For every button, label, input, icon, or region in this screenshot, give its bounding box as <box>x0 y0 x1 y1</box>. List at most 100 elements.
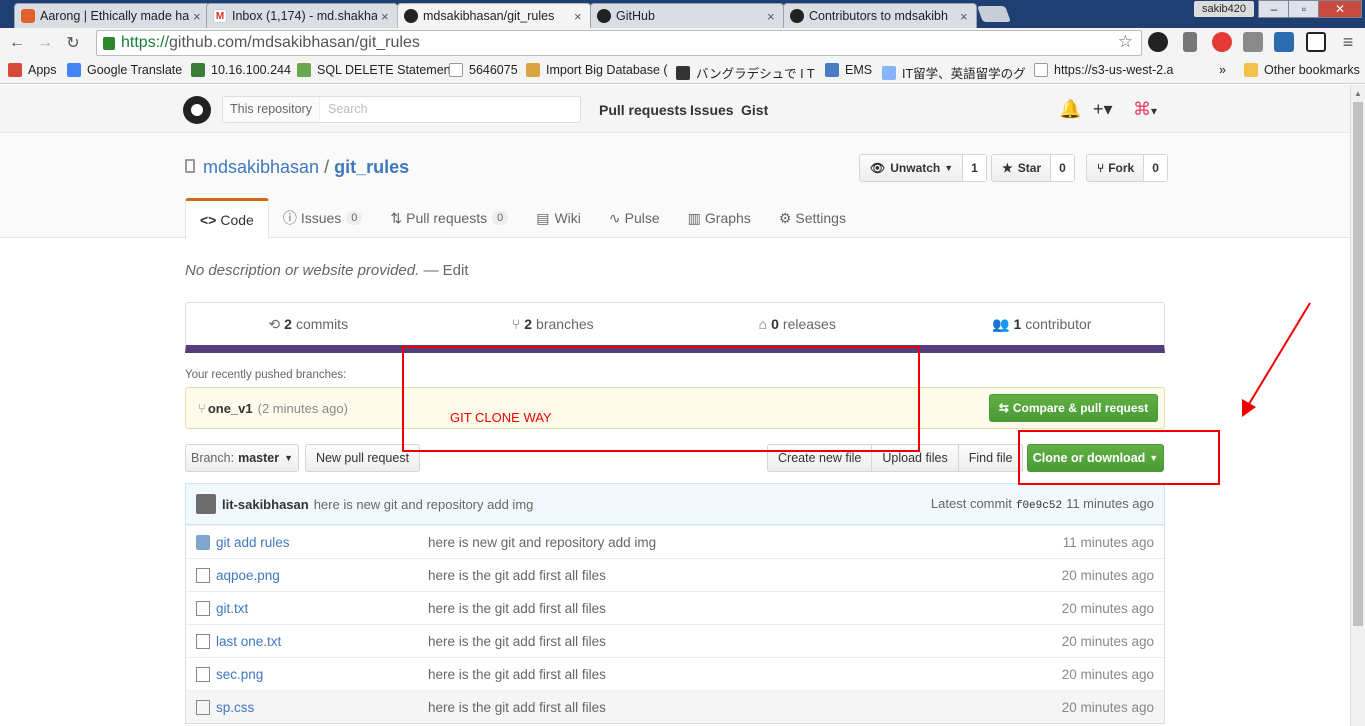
back-arrow-icon[interactable]: ← <box>6 34 28 52</box>
create-new-plus-icon[interactable]: +▾ <box>1093 99 1113 120</box>
repo-name-link[interactable]: git_rules <box>334 157 409 177</box>
file-name-link[interactable]: last one.txt <box>216 634 428 649</box>
file-name-link[interactable]: sec.png <box>216 667 428 682</box>
notifications-bell-icon[interactable]: 🔔 <box>1059 99 1081 120</box>
file-commit-message[interactable]: here is new git and repository add img <box>428 535 656 550</box>
close-tab-icon[interactable]: × <box>193 9 203 24</box>
file-name-link[interactable]: sp.css <box>216 700 428 715</box>
bookmark-ip[interactable]: 10.16.100.244 <box>191 63 291 77</box>
scroll-up-icon[interactable]: ▲ <box>1354 89 1362 98</box>
commits-link[interactable]: ⟲ 2 commits <box>186 303 431 345</box>
recent-branch-time: (2 minutes ago) <box>257 400 348 416</box>
bookmark-google-translate[interactable]: Google Translate <box>67 63 182 77</box>
browser-tab-git-rules[interactable]: mdsakibhasan/git_rules × <box>397 3 591 28</box>
tab-wiki[interactable]: ▤ Wiki <box>522 198 595 238</box>
scrollbar-thumb[interactable] <box>1353 102 1363 626</box>
table-row: git add rules here is new git and reposi… <box>186 525 1164 558</box>
file-commit-message[interactable]: here is the git add first all files <box>428 634 606 649</box>
close-tab-icon[interactable]: × <box>574 9 584 24</box>
close-tab-icon[interactable]: × <box>381 9 391 24</box>
header-nav-gist[interactable]: Gist <box>741 102 768 118</box>
tab-graphs[interactable]: ▥ Graphs <box>674 198 765 238</box>
browser-tab-inbox[interactable]: M Inbox (1,174) - md.shakha × <box>206 3 398 28</box>
browser-user-badge[interactable]: sakib420 <box>1194 1 1255 17</box>
bookmark-s3[interactable]: https://s3-us-west-2.a <box>1034 63 1174 77</box>
tab-pull-requests[interactable]: ⇅ Pull requests 0 <box>376 198 522 238</box>
repo-owner-link[interactable]: mdsakibhasan <box>203 157 319 177</box>
history-icon: ⟲ <box>268 315 281 332</box>
close-tab-icon[interactable]: × <box>767 9 777 24</box>
star-count[interactable]: 0 <box>1051 155 1074 181</box>
tab-code[interactable]: <> Code <box>185 198 269 239</box>
bookmark-import-db[interactable]: Import Big Database ( <box>526 63 668 77</box>
page-scrollbar[interactable]: ▲ <box>1350 85 1365 726</box>
browser-tab-github[interactable]: GitHub × <box>590 3 784 28</box>
tab-issues[interactable]: ⓘ Issues 0 <box>269 198 377 238</box>
forward-arrow-icon[interactable]: → <box>34 34 56 52</box>
bookmark-apps[interactable]: Apps <box>8 63 57 77</box>
maximize-icon[interactable]: ▫ <box>1288 0 1320 18</box>
bookmark-star-icon[interactable]: ☆ <box>1118 32 1133 52</box>
star-button[interactable]: ★ Star <box>992 155 1052 181</box>
find-file-button[interactable]: Find file <box>957 444 1024 472</box>
edit-description-link[interactable]: — Edit <box>423 262 468 279</box>
file-name-link[interactable]: git add rules <box>216 535 428 550</box>
bookmark-label: Google Translate <box>87 63 183 77</box>
contributors-link[interactable]: 👥 1 contributor <box>920 303 1165 345</box>
branch-select-button[interactable]: Branch: master ▼ <box>185 444 299 472</box>
tab-settings[interactable]: ⚙ Settings <box>765 198 860 238</box>
other-bookmarks[interactable]: Other bookmarks <box>1244 63 1360 77</box>
new-tab-button[interactable] <box>977 6 1011 22</box>
extension-s-icon[interactable] <box>1274 32 1294 52</box>
header-nav-issues[interactable]: Issues <box>690 102 734 118</box>
file-commit-message[interactable]: here is the git add first all files <box>428 667 606 682</box>
releases-link[interactable]: ⌂ 0 releases <box>675 303 920 345</box>
minimize-icon[interactable]: – <box>1258 0 1290 18</box>
file-commit-message[interactable]: here is the git add first all files <box>428 700 606 715</box>
watch-button-group: 👁 Unwatch ▼ 1 <box>859 154 987 182</box>
fork-button[interactable]: ⑂ Fork <box>1087 155 1145 181</box>
recent-branch-name[interactable]: one_v1 <box>208 401 253 416</box>
header-nav-pull-requests[interactable]: Pull requests <box>599 102 687 118</box>
menu-icon[interactable]: ≡ <box>1338 32 1358 52</box>
tab-pulse[interactable]: ∿ Pulse <box>595 198 674 238</box>
window-close-icon[interactable]: ✕ <box>1318 0 1362 18</box>
search-input[interactable]: This repository Search <box>222 96 581 123</box>
watch-count[interactable]: 1 <box>963 155 986 181</box>
bookmark-ems[interactable]: EMS <box>825 63 872 77</box>
compare-pull-request-button[interactable]: ⇆ Compare & pull request <box>989 394 1158 422</box>
commit-author[interactable]: lit-sakibhasan <box>222 497 309 512</box>
bookmark-label: IT留学、英語留学のグ <box>902 67 1026 81</box>
file-age: 20 minutes ago <box>1061 600 1154 616</box>
file-name-link[interactable]: aqpoe.png <box>216 568 428 583</box>
close-tab-icon[interactable]: × <box>960 9 970 24</box>
bookmark-sql-delete[interactable]: SQL DELETE Statemen <box>297 63 451 77</box>
file-name-link[interactable]: git.txt <box>216 601 428 616</box>
extension-red-icon[interactable] <box>1212 32 1232 52</box>
reload-icon[interactable]: ↻ <box>62 33 84 53</box>
bookmark-5646075[interactable]: 5646075 <box>449 63 518 77</box>
branch-prefix: Branch: <box>190 451 235 465</box>
fork-count[interactable]: 0 <box>1144 155 1167 181</box>
bookmarks-overflow[interactable]: » <box>1219 63 1226 77</box>
extension-n-icon[interactable] <box>1306 32 1326 52</box>
code-icon: <> <box>200 212 217 228</box>
file-commit-message[interactable]: here is the git add first all files <box>428 568 606 583</box>
file-commit-message[interactable]: here is the git add first all files <box>428 601 606 616</box>
commit-sha[interactable]: f0e9c52 <box>1016 500 1062 512</box>
bookmark-it-ryugaku[interactable]: IT留学、英語留学のグ <box>882 63 1026 82</box>
github-octocat-icon[interactable] <box>183 96 211 124</box>
address-bar[interactable]: https://github.com/mdsakibhasan/git_rule… <box>96 30 1142 56</box>
camera-icon[interactable] <box>1243 32 1263 52</box>
commit-message[interactable]: here is new git and repository add img <box>314 497 534 512</box>
extension-color-icon[interactable] <box>1148 32 1168 52</box>
bookmark-bangladesh-it[interactable]: バングラデシュで I T <box>676 63 814 82</box>
browser-tab-contributors[interactable]: Contributors to mdsakibh × <box>783 3 977 28</box>
browser-tab-aarong[interactable]: Aarong | Ethically made ha × <box>14 3 210 28</box>
unwatch-button[interactable]: 👁 Unwatch ▼ <box>860 155 964 181</box>
avatar[interactable] <box>196 494 216 514</box>
eyedropper-icon[interactable] <box>1183 32 1197 52</box>
avatar-menu-icon[interactable]: ⌘▾ <box>1133 99 1157 120</box>
branches-link[interactable]: ⑂ 2 branches <box>431 303 676 345</box>
bookmark-label: バングラデシュで I T <box>696 67 815 81</box>
